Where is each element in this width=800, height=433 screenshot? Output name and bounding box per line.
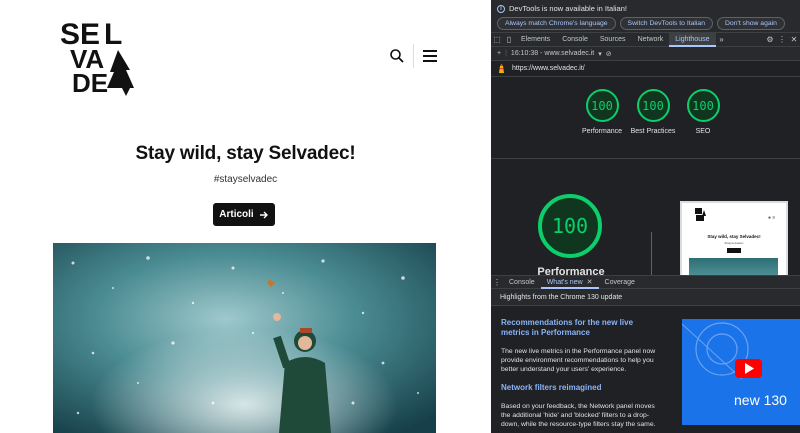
gauge-performance[interactable]: 100 Performance	[577, 89, 627, 137]
arrow-right-icon	[259, 211, 268, 218]
news-heading-network-filters[interactable]: Network filters reimagined	[501, 383, 661, 393]
gauge-best-practices-label: Best Practices	[630, 128, 676, 135]
main-performance-score: 100	[538, 194, 602, 258]
device-toolbar-icon[interactable]: ▯	[503, 35, 515, 44]
hero-title: Stay wild, stay Selvadec!	[135, 143, 356, 164]
drawer-tab-coverage[interactable]: Coverage	[599, 276, 641, 289]
svg-text:DE: DE	[72, 68, 108, 98]
new-report-icon[interactable]: +	[497, 50, 501, 57]
whats-new-content: Recommendations for the new live metrics…	[491, 306, 800, 433]
score-gauges: 100 Performance 100 Best Practices 100 S…	[491, 77, 800, 159]
switch-to-italian-button[interactable]: Switch DevTools to Italian	[619, 17, 713, 30]
infobar-message: DevTools is now available in Italian!	[509, 4, 627, 13]
gauge-best-practices-score: 100	[636, 89, 670, 122]
tab-network[interactable]: Network	[632, 33, 670, 47]
website-viewport: SE VA DE L Stay wild, stay Selvadec! #st…	[0, 0, 491, 433]
promo-text: new 130	[734, 392, 787, 408]
drawer-menu-icon[interactable]: ⋮	[491, 278, 503, 287]
gauge-performance-label: Performance	[581, 128, 623, 135]
drawer-tab-whats-new-label: What's new	[546, 278, 583, 286]
lighthouse-logo-icon	[499, 63, 504, 73]
lighthouse-toolbar: + | 16:10:38 - www.selvadec.it ▾ ⊘	[491, 47, 800, 61]
gauge-seo[interactable]: 100 SEO	[678, 89, 728, 137]
devtools-panel: i DevTools is now available in Italian! …	[491, 0, 800, 433]
hero-image	[53, 243, 436, 433]
news-body-live-metrics: The new live metrics in the Performance …	[501, 348, 656, 373]
tab-lighthouse[interactable]: Lighthouse	[669, 32, 716, 47]
drawer-tab-console[interactable]: Console	[503, 276, 541, 289]
performance-section: 100 Performance ● ≡ Stay wild, stay Selv…	[491, 160, 800, 275]
page-screenshot-thumbnail[interactable]: ● ≡ Stay wild, stay Selvadec! #stayselva…	[680, 201, 788, 275]
report-selector[interactable]: 16:10:38 - www.selvadec.it	[511, 50, 594, 57]
dont-show-again-button[interactable]: Don't show again	[717, 17, 785, 30]
news-heading-live-metrics[interactable]: Recommendations for the new live metrics…	[501, 318, 661, 338]
settings-gear-icon[interactable]: ⚙	[764, 35, 776, 44]
thumbnail-image	[689, 258, 778, 275]
close-devtools-icon[interactable]: ✕	[788, 35, 800, 44]
inspect-element-icon[interactable]: ⬚	[491, 35, 503, 44]
site-logo[interactable]: SE VA DE L	[60, 14, 136, 98]
articoli-button-label: Articoli	[219, 209, 254, 220]
tab-sources[interactable]: Sources	[594, 33, 632, 47]
report-url-row: https://www.selvadec.it/	[491, 61, 800, 77]
hamburger-menu-icon[interactable]	[423, 50, 437, 62]
devtools-tabbar: ⬚ ▯ Elements Console Sources Network Lig…	[491, 32, 800, 47]
thumbnail-button	[727, 248, 741, 253]
gauge-seo-score: 100	[686, 89, 720, 122]
always-match-language-button[interactable]: Always match Chrome's language	[497, 17, 616, 30]
close-tab-icon[interactable]: ✕	[587, 279, 593, 286]
main-performance-label: Performance	[537, 266, 605, 275]
section-divider	[651, 232, 652, 275]
gauge-performance-score: 100	[585, 89, 619, 122]
language-infobar: i DevTools is now available in Italian! …	[491, 0, 800, 33]
drawer-tabbar: ⋮ Console What's new ✕ Coverage	[491, 275, 800, 289]
report-url[interactable]: https://www.selvadec.it/	[512, 65, 585, 72]
search-icon[interactable]	[389, 48, 405, 64]
more-tabs-icon[interactable]: »	[716, 35, 728, 44]
gauge-best-practices[interactable]: 100 Best Practices	[628, 89, 678, 137]
chrome-130-video-thumbnail[interactable]: new 130	[682, 319, 800, 425]
kebab-menu-icon[interactable]: ⋮	[776, 35, 788, 44]
drawer-tab-whats-new[interactable]: What's new ✕	[540, 276, 599, 289]
header-divider	[413, 44, 414, 68]
gauge-seo-label: SEO	[695, 128, 711, 135]
whats-new-header: Highlights from the Chrome 130 update	[491, 289, 800, 306]
tab-console[interactable]: Console	[556, 33, 594, 47]
dropdown-icon[interactable]: ▾	[598, 50, 602, 58]
svg-text:L: L	[104, 18, 122, 51]
play-video-icon	[735, 359, 762, 378]
info-icon: i	[497, 4, 505, 13]
tab-elements[interactable]: Elements	[515, 33, 556, 47]
clear-reports-icon[interactable]: ⊘	[606, 50, 612, 58]
thumbnail-logo	[695, 208, 706, 221]
thumbnail-title: Stay wild, stay Selvadec!	[707, 234, 761, 239]
news-body-network-filters: Based on your feedback, the Network pane…	[501, 403, 656, 428]
articoli-button[interactable]: Articoli	[213, 203, 275, 226]
thumbnail-header-icons: ● ≡	[768, 215, 776, 221]
thumbnail-hashtag: #stayselvadec	[724, 241, 744, 245]
hero-hashtag: #stayselvadec	[213, 174, 278, 185]
